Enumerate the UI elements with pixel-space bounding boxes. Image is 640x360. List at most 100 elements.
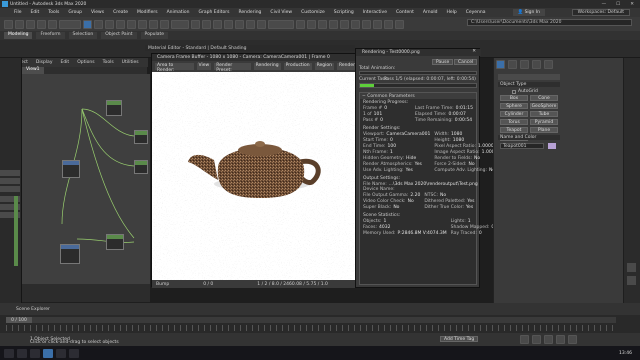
sign-in-button[interactable]: 👤 Sign In xyxy=(512,9,545,16)
taskbar-app-icon[interactable] xyxy=(69,348,79,358)
taskbar-app-icon[interactable] xyxy=(17,348,27,358)
left-dock-item[interactable] xyxy=(0,186,20,192)
menu-customize[interactable]: Customize xyxy=(301,10,325,15)
schematic-view-icon[interactable] xyxy=(351,19,360,29)
snaps-toggle-icon[interactable] xyxy=(224,19,233,29)
dock-scrollbar[interactable] xyxy=(14,196,18,266)
primitive-type-dropdown[interactable] xyxy=(498,74,560,80)
named-selection-sets-dropdown[interactable] xyxy=(268,19,294,29)
modify-tab-icon[interactable] xyxy=(508,60,517,69)
primitive-cone-button[interactable]: Cone xyxy=(530,95,558,101)
menu-animation[interactable]: Animation xyxy=(167,10,190,15)
menu-scripting[interactable]: Scripting xyxy=(334,10,354,15)
mirror-icon[interactable] xyxy=(296,19,305,29)
hierarchy-tab-icon[interactable] xyxy=(520,60,529,69)
preset-dropdown[interactable]: Rendering xyxy=(253,63,281,70)
angle-snap-icon[interactable] xyxy=(235,19,244,29)
material-editor-icon[interactable] xyxy=(362,19,371,29)
start-icon[interactable] xyxy=(4,348,14,358)
minimize-button[interactable]: — xyxy=(602,2,607,7)
primitive-plane-button[interactable]: Plane xyxy=(530,127,558,133)
menu-graph-editors[interactable]: Graph Editors xyxy=(199,10,230,15)
timeline-ruler[interactable] xyxy=(6,325,616,331)
menu-arnold[interactable]: Arnold xyxy=(423,10,438,15)
object-color-swatch[interactable] xyxy=(548,143,556,149)
time-slider[interactable]: 0 / 100 xyxy=(6,317,616,323)
bind-spacewarp-icon[interactable] xyxy=(48,19,57,29)
menu-rendering[interactable]: Rendering xyxy=(238,10,261,15)
primitive-tube-button[interactable]: Tube xyxy=(530,111,558,117)
menu-modifiers[interactable]: Modifiers xyxy=(137,10,158,15)
node-map[interactable] xyxy=(134,160,148,174)
menu-edit[interactable]: Edit xyxy=(31,10,40,15)
primitive-teapot-button[interactable]: Teapot xyxy=(500,127,528,133)
menu-create[interactable]: Create xyxy=(113,10,128,15)
place-icon[interactable] xyxy=(160,19,169,29)
go-to-end-icon[interactable] xyxy=(568,335,577,344)
primitive-sphere-button[interactable]: Sphere xyxy=(500,103,528,109)
menu-file[interactable]: File xyxy=(14,10,22,15)
motion-tab-icon[interactable] xyxy=(532,60,541,69)
render-production-icon[interactable] xyxy=(395,19,404,29)
object-type-header[interactable]: Object Type xyxy=(498,82,560,87)
menu-help[interactable]: Help xyxy=(446,10,456,15)
primitive-box-button[interactable]: Box xyxy=(500,95,528,101)
pause-button[interactable]: Pause xyxy=(432,59,454,65)
left-dock-item[interactable] xyxy=(0,178,20,184)
taskbar-3dsmax-icon[interactable] xyxy=(43,348,53,358)
menu-group[interactable]: Group xyxy=(68,10,82,15)
rendered-frame-window-icon[interactable] xyxy=(384,19,393,29)
cancel-button[interactable]: Cancel xyxy=(454,59,478,65)
curve-editor-icon[interactable] xyxy=(340,19,349,29)
menu-ceyenna[interactable]: Ceyenna xyxy=(466,10,486,15)
region-button[interactable]: Region xyxy=(314,63,334,70)
add-time-tag-button[interactable]: Add Time Tag xyxy=(440,336,479,342)
viewport-nav-icon[interactable] xyxy=(627,276,636,285)
select-manipulate-icon[interactable] xyxy=(202,19,211,29)
keyboard-shortcut-icon[interactable] xyxy=(213,19,222,29)
pivot-center-icon[interactable] xyxy=(191,19,200,29)
slate-menu-utilities[interactable]: Utilities xyxy=(122,60,139,65)
spinner-snap-icon[interactable] xyxy=(257,19,266,29)
close-icon[interactable]: ✕ xyxy=(472,49,476,54)
unlink-icon[interactable] xyxy=(37,19,46,29)
taskbar-app-icon[interactable] xyxy=(56,348,66,358)
next-frame-icon[interactable] xyxy=(556,335,565,344)
project-path-field[interactable]: C:\Users\user\Documents\3ds Max 2020 xyxy=(467,19,632,26)
render-setup-icon[interactable] xyxy=(373,19,382,29)
node-bitmap[interactable] xyxy=(62,160,80,178)
scale-icon[interactable] xyxy=(149,19,158,29)
rectangular-selection-icon[interactable] xyxy=(105,19,114,29)
primitive-pyramid-button[interactable]: Pyramid xyxy=(530,119,558,125)
slate-node-view[interactable] xyxy=(22,74,150,284)
maximize-button[interactable]: ☐ xyxy=(616,2,620,7)
layer-explorer-icon[interactable] xyxy=(318,19,327,29)
ribbon-toggle-icon[interactable] xyxy=(329,19,338,29)
taskbar-app-icon[interactable] xyxy=(30,348,40,358)
selection-filter-dropdown[interactable] xyxy=(59,19,81,29)
percent-snap-icon[interactable] xyxy=(246,19,255,29)
node-bitmap[interactable] xyxy=(106,234,124,250)
go-to-start-icon[interactable] xyxy=(520,335,529,344)
display-tab-icon[interactable] xyxy=(544,60,553,69)
object-name-field[interactable]: Teapot001 xyxy=(500,143,544,149)
move-icon[interactable] xyxy=(127,19,136,29)
area-dropdown[interactable]: View xyxy=(196,63,212,70)
node-output[interactable] xyxy=(60,244,80,264)
primitive-geosphere-button[interactable]: GeoSphere xyxy=(530,103,558,109)
render-button[interactable]: Render xyxy=(336,63,357,70)
left-dock-item[interactable] xyxy=(0,170,20,176)
menu-views[interactable]: Views xyxy=(91,10,104,15)
select-object-icon[interactable] xyxy=(83,19,92,29)
slate-menu-tools[interactable]: Tools xyxy=(103,60,114,65)
menu-civil-view[interactable]: Civil View xyxy=(270,10,292,15)
redo-icon[interactable] xyxy=(15,19,24,29)
slate-menu-edit[interactable]: Edit xyxy=(60,60,69,65)
primitive-cylinder-button[interactable]: Cylinder xyxy=(500,111,528,117)
link-icon[interactable] xyxy=(26,19,35,29)
primitive-torus-button[interactable]: Torus xyxy=(500,119,528,125)
slate-menu-options[interactable]: Options xyxy=(77,60,94,65)
name-color-header[interactable]: Name and Color xyxy=(498,135,560,140)
viewport-nav-icon[interactable] xyxy=(627,263,636,272)
tab-object-paint[interactable]: Object Paint xyxy=(101,32,137,39)
